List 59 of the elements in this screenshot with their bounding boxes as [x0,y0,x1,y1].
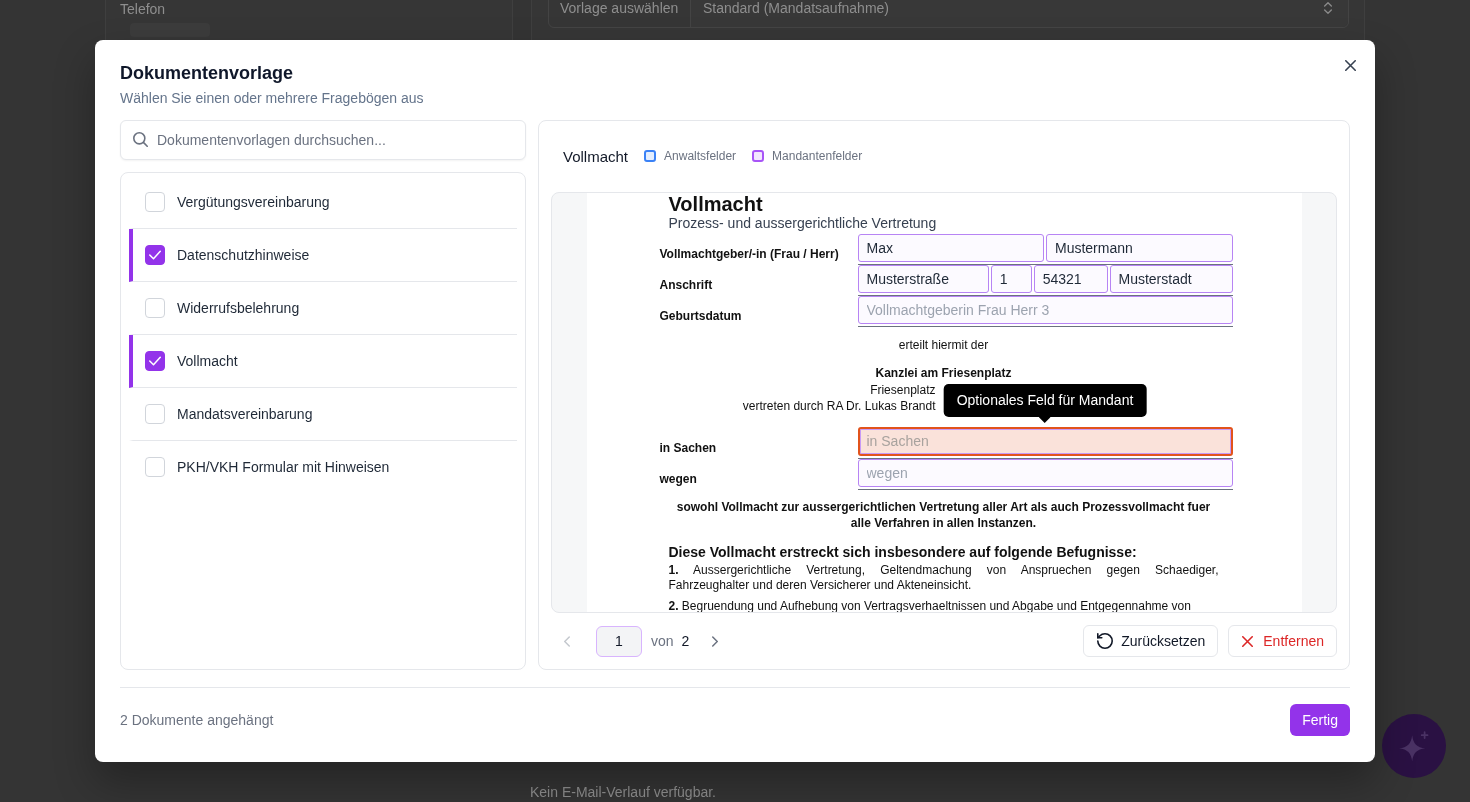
template-item[interactable]: Mandatsvereinbarung [129,388,517,441]
form-label: Geburtsdatum [659,309,742,323]
circular-arrow-icon [1097,633,1114,649]
chevron-left-icon [564,635,570,647]
form-label: Anschrift [659,278,713,292]
template-item[interactable]: Datenschutzhinweise [129,229,517,282]
firm-address: Friesenplatz [870,381,936,398]
close-icon [1344,59,1356,71]
preview-title: Vollmacht [563,147,629,165]
dialog-title: Dokumentenvorlage [120,63,294,83]
tooltip-arrow-icon [1039,416,1051,423]
legend-label: Anwaltsfelder [664,149,737,163]
input-field[interactable]: Vollmachtgeberin Frau Herr 3 [857,296,1233,324]
check-icon [149,250,161,260]
document-subheading: Prozess- und aussergerichtliche Vertretung [668,215,937,231]
sparkle-icon [1399,730,1429,762]
document-heading: Vollmacht [668,193,763,215]
template-item[interactable]: Vollmacht [129,335,517,388]
template-item[interactable]: Widerrufsbelehrung [129,282,517,335]
input-field[interactable]: wegen [857,458,1233,487]
input-field[interactable]: Musterstadt [1109,265,1233,293]
template-item[interactable]: Vergütungsvereinbarung [129,176,517,229]
input-field[interactable]: 54321 [1033,265,1108,293]
x-mark-icon [1242,635,1254,647]
chevron-up-down-icon [1324,2,1332,14]
remove-button[interactable]: Entfernen [1228,625,1337,657]
form-label: in Sachen [659,440,717,455]
document-text: erteilt hiermit der [898,337,989,353]
section-heading: Diese Vollmacht erstreckt sich insbesondere auf folgende Befugnisse: [668,542,1137,561]
form-label: wegen [659,471,697,486]
page-total: 2 [681,633,690,649]
checkbox[interactable] [145,351,165,371]
chevron-right-icon [712,635,719,647]
firm-name: Kanzlei am Friesenplatz [875,365,1012,382]
document-paragraph: sowohl Vollmacht zur aussergerichtlichen Vertretung aller Art als auch Prozessvollmacht fuer alle Verfahren in allen Instanzen. [675,498,1212,531]
firm-representative: vertreten durch RA Dr. Lukas Brandt [742,398,936,415]
tooltip: Optionales Feld für Mandant [943,383,1147,423]
page-separator: von [651,633,674,649]
done-button[interactable]: Fertig [1290,704,1350,736]
document-clause: 2. Begruendung und Aufhebung von Vertragsverhaeltnissen und Abgabe und Entgegennahme von [668,598,1192,612]
search-field[interactable]: Dokumentenvorlagen durchsuchen... [120,120,526,160]
input-field[interactable]: in Sachen [857,426,1233,456]
input-field[interactable]: Mustermann [1046,234,1233,262]
dialog-subtitle: Wählen Sie einen oder mehrere Fragebögen aus [120,89,424,107]
empty-state-text: Kein E-Mail-Verlauf verfügbar. [530,784,716,800]
attachment-count: 2 Dokumente angehängt [120,712,274,728]
template-item[interactable]: PKH/VKH Formular mit Hinweisen [129,441,517,494]
document-clause: 1. Aussergerichtliche Vertretung, Geltendmachung von Anspruechen gegen Schaediger, Fahrzeughalter und deren Versicherer und Akteneinsicht. [668,562,1219,593]
input-field[interactable]: 1 [990,265,1032,293]
input-field[interactable]: Max [857,234,1044,262]
input-field[interactable]: Musterstraße [857,265,989,293]
reset-button[interactable]: Zurücksetzen [1083,625,1219,657]
page-number-field[interactable]: 1 [596,625,642,657]
checkbox[interactable] [145,245,165,265]
legend-label: Mandantenfelder [772,149,863,163]
check-icon [149,356,161,366]
form-label: Vollmachtgeber/-in (Frau / Herr) [659,247,839,261]
field-label: Telefon [120,1,166,17]
search-icon [133,132,148,147]
